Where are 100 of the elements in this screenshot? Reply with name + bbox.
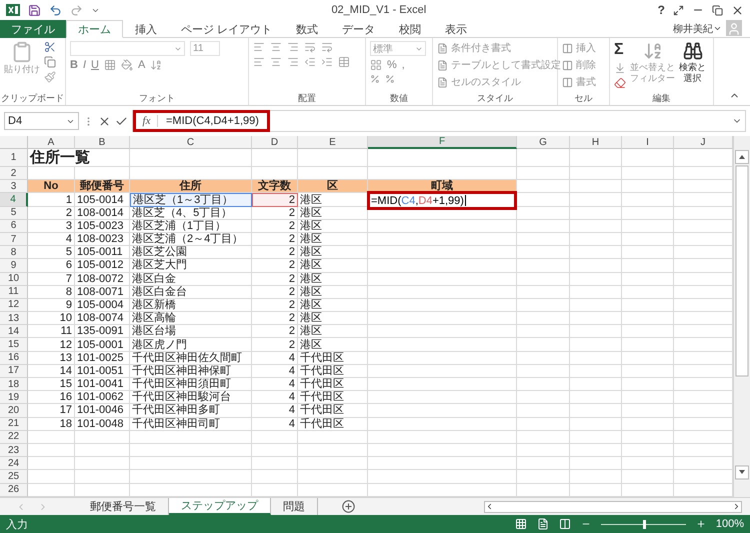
help-button[interactable]: ?	[658, 3, 665, 17]
font-color-button[interactable]: A	[138, 59, 146, 71]
close-icon[interactable]	[731, 4, 744, 16]
empty-cell[interactable]	[368, 444, 517, 458]
row-header[interactable]: 25	[0, 470, 28, 484]
empty-cell[interactable]	[622, 391, 674, 404]
column-header[interactable]: G	[517, 136, 570, 149]
empty-cell[interactable]	[368, 352, 517, 365]
empty-cell[interactable]	[622, 457, 674, 470]
empty-cell[interactable]	[368, 457, 517, 470]
empty-cell[interactable]	[517, 246, 570, 260]
empty-cell[interactable]	[368, 338, 517, 352]
empty-cell[interactable]	[368, 418, 517, 431]
name-box[interactable]: D4	[4, 112, 79, 130]
empty-cell[interactable]	[517, 312, 570, 326]
row-header[interactable]: 6	[0, 220, 28, 233]
empty-cell[interactable]	[570, 272, 622, 286]
empty-cell[interactable]	[622, 444, 674, 458]
empty-cell[interactable]	[252, 149, 298, 167]
indent-decrease-icon[interactable]	[304, 56, 316, 68]
ribbon-display-icon[interactable]	[673, 4, 684, 16]
empty-cell[interactable]	[517, 325, 570, 338]
row-header[interactable]: 4	[0, 193, 28, 208]
empty-cell[interactable]	[517, 149, 570, 167]
empty-cell[interactable]	[622, 312, 674, 326]
empty-cell[interactable]	[75, 457, 130, 470]
empty-cell[interactable]	[368, 298, 517, 312]
empty-cell[interactable]	[130, 444, 252, 458]
ribbon-tab[interactable]: ホーム	[66, 20, 123, 38]
empty-cell[interactable]	[622, 325, 674, 338]
empty-cell[interactable]	[517, 470, 570, 484]
empty-cell[interactable]	[298, 444, 368, 458]
empty-cell[interactable]	[130, 149, 252, 167]
row-header[interactable]: 23	[0, 444, 28, 458]
fill-icon[interactable]	[614, 62, 626, 74]
page-break-icon[interactable]	[558, 518, 571, 530]
scroll-right-icon[interactable]	[732, 502, 741, 511]
undo-icon[interactable]	[49, 4, 62, 16]
empty-cell[interactable]	[517, 378, 570, 392]
orientation-icon[interactable]	[304, 41, 316, 53]
empty-cell[interactable]	[622, 180, 674, 194]
ribbon-tab[interactable]: 校閲	[387, 20, 434, 38]
redo-icon[interactable]	[70, 4, 83, 16]
insert-function-button[interactable]: fx	[136, 115, 158, 127]
ribbon-tab[interactable]: 数式	[284, 20, 330, 38]
empty-cell[interactable]	[570, 430, 622, 444]
empty-cell[interactable]	[622, 470, 674, 484]
empty-cell[interactable]	[517, 364, 570, 378]
empty-cell[interactable]	[517, 206, 570, 220]
empty-cell[interactable]	[570, 312, 622, 326]
empty-cell[interactable]	[252, 444, 298, 458]
empty-cell[interactable]	[622, 378, 674, 392]
empty-cell[interactable]	[517, 232, 570, 246]
row-header[interactable]: 12	[0, 298, 28, 312]
empty-cell[interactable]	[622, 232, 674, 246]
save-icon[interactable]	[28, 4, 41, 16]
empty-cell[interactable]	[622, 259, 674, 272]
empty-cell[interactable]	[570, 470, 622, 484]
file-tab[interactable]: ファイル	[0, 20, 66, 38]
align-center-icon[interactable]	[270, 56, 282, 68]
row-header[interactable]: 19	[0, 391, 28, 404]
font-name-field[interactable]	[70, 41, 185, 56]
empty-cell[interactable]	[570, 206, 622, 220]
empty-cell[interactable]	[368, 259, 517, 272]
empty-cell[interactable]	[368, 364, 517, 378]
column-header[interactable]: C	[130, 136, 252, 149]
row-header[interactable]: 8	[0, 246, 28, 260]
cell-editor[interactable]: =MID(C4,D4+1,99)	[367, 191, 517, 210]
empty-cell[interactable]	[622, 352, 674, 365]
row-header[interactable]: 21	[0, 418, 28, 431]
empty-cell[interactable]	[368, 272, 517, 286]
fill-color-icon[interactable]	[120, 59, 133, 71]
empty-cell[interactable]	[130, 457, 252, 470]
ribbon-tab[interactable]: 表示	[433, 20, 480, 38]
empty-cell[interactable]	[570, 325, 622, 338]
empty-cell[interactable]	[298, 457, 368, 470]
empty-cell[interactable]	[622, 272, 674, 286]
empty-cell[interactable]	[570, 220, 622, 233]
wrap-text-icon[interactable]	[321, 41, 333, 53]
clear-icon[interactable]	[614, 77, 626, 89]
empty-cell[interactable]	[368, 232, 517, 246]
empty-cell[interactable]	[517, 418, 570, 431]
row-header[interactable]: 16	[0, 352, 28, 365]
row-header[interactable]: 2	[0, 167, 28, 180]
bottom-align-icon[interactable]	[287, 41, 299, 53]
empty-cell[interactable]	[517, 272, 570, 286]
empty-cell[interactable]	[570, 338, 622, 352]
row-header[interactable]: 10	[0, 272, 28, 286]
empty-cell[interactable]	[570, 246, 622, 260]
empty-cell[interactable]	[570, 418, 622, 431]
empty-cell[interactable]	[517, 444, 570, 458]
normal-view-icon[interactable]	[514, 518, 527, 530]
indent-increase-icon[interactable]	[321, 56, 333, 68]
empty-cell[interactable]	[570, 259, 622, 272]
cut-icon[interactable]	[44, 41, 56, 53]
merge-icon[interactable]	[338, 56, 350, 68]
column-header[interactable]: A	[28, 136, 75, 149]
comma-button[interactable]: ,	[402, 59, 405, 71]
phonetic-icon[interactable]	[150, 59, 162, 71]
row-header[interactable]: 14	[0, 325, 28, 338]
